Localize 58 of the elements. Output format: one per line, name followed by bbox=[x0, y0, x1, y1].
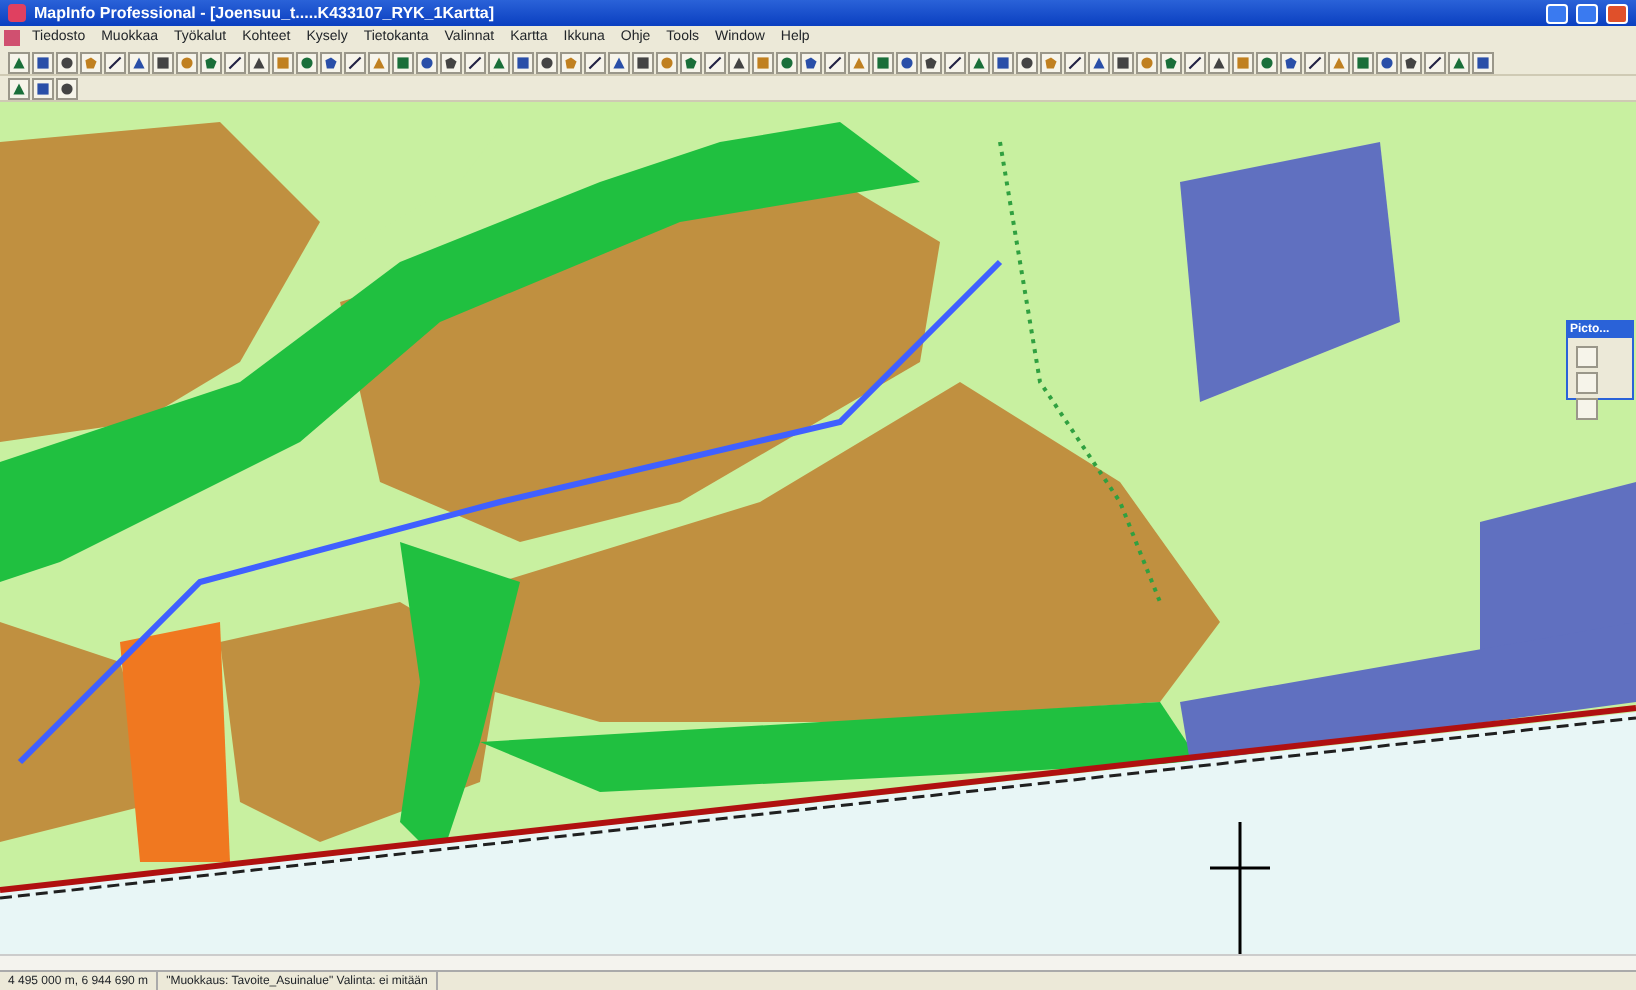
toolbar-button[interactable] bbox=[1112, 51, 1134, 73]
toolbar-button[interactable] bbox=[296, 51, 318, 73]
toolbar-button[interactable] bbox=[1424, 51, 1446, 73]
palette-button[interactable] bbox=[1576, 372, 1598, 394]
toolbar-button[interactable] bbox=[392, 51, 414, 73]
toolbar-button[interactable] bbox=[56, 77, 78, 99]
toolbar-button[interactable] bbox=[1208, 51, 1230, 73]
toolbar-button[interactable] bbox=[920, 51, 942, 73]
toolbar-button[interactable] bbox=[512, 51, 534, 73]
toolbar-button[interactable] bbox=[728, 51, 750, 73]
toolbar-button[interactable] bbox=[152, 51, 174, 73]
toolbar-button[interactable] bbox=[992, 51, 1014, 73]
toolbar-button[interactable] bbox=[584, 51, 606, 73]
toolbar-button[interactable] bbox=[224, 51, 246, 73]
toolbar-button[interactable] bbox=[464, 51, 486, 73]
toolbar-button[interactable] bbox=[200, 51, 222, 73]
toolbar-button[interactable] bbox=[632, 51, 654, 73]
toolbar-button[interactable] bbox=[824, 51, 846, 73]
window-title: MapInfo Professional - [Joensuu_t.....K433107_RYK_1Kartta] bbox=[34, 1, 496, 25]
toolbar-button[interactable] bbox=[1472, 51, 1494, 73]
toolbar-button[interactable] bbox=[248, 51, 270, 73]
toolbar-button[interactable] bbox=[1184, 51, 1206, 73]
toolbar-button[interactable] bbox=[800, 51, 822, 73]
toolbar-button[interactable] bbox=[968, 51, 990, 73]
palette-button[interactable] bbox=[1576, 398, 1598, 420]
toolbar-button[interactable] bbox=[1352, 51, 1374, 73]
toolbar-button[interactable] bbox=[776, 51, 798, 73]
toolbar-button[interactable] bbox=[1448, 51, 1470, 73]
toolbar-button[interactable] bbox=[344, 51, 366, 73]
toolbar-button[interactable] bbox=[872, 51, 894, 73]
toolbar-button[interactable] bbox=[32, 51, 54, 73]
toolbar-button[interactable] bbox=[1376, 51, 1398, 73]
toolbar-button[interactable] bbox=[8, 51, 30, 73]
toolbar-button[interactable] bbox=[536, 51, 558, 73]
toolbar-button[interactable] bbox=[1088, 51, 1110, 73]
toolbar-button[interactable] bbox=[1256, 51, 1278, 73]
toolbar-button[interactable] bbox=[944, 51, 966, 73]
toolbar-button[interactable] bbox=[896, 51, 918, 73]
toolbar-button[interactable] bbox=[104, 51, 126, 73]
toolbar-button[interactable] bbox=[608, 51, 630, 73]
toolbar-button[interactable] bbox=[1160, 51, 1182, 73]
toolbar-button[interactable] bbox=[1400, 51, 1422, 73]
toolbar-button[interactable] bbox=[1280, 51, 1302, 73]
horizontal-scrollbar[interactable] bbox=[0, 954, 1636, 970]
toolbar-button[interactable] bbox=[320, 51, 342, 73]
toolbar-button[interactable] bbox=[128, 51, 150, 73]
toolbar-button[interactable] bbox=[1016, 51, 1038, 73]
toolbar-button[interactable] bbox=[8, 77, 30, 99]
palette-button[interactable] bbox=[1576, 346, 1598, 368]
toolbar-button[interactable] bbox=[1064, 51, 1086, 73]
toolbar-button[interactable] bbox=[488, 51, 510, 73]
toolbar-button[interactable] bbox=[680, 51, 702, 73]
toolbar-button[interactable] bbox=[1304, 51, 1326, 73]
toolbar-button[interactable] bbox=[704, 51, 726, 73]
toolbar-button[interactable] bbox=[440, 51, 462, 73]
toolbar-button[interactable] bbox=[32, 77, 54, 99]
toolbar-button[interactable] bbox=[56, 51, 78, 73]
toolbar-button[interactable] bbox=[416, 51, 438, 73]
